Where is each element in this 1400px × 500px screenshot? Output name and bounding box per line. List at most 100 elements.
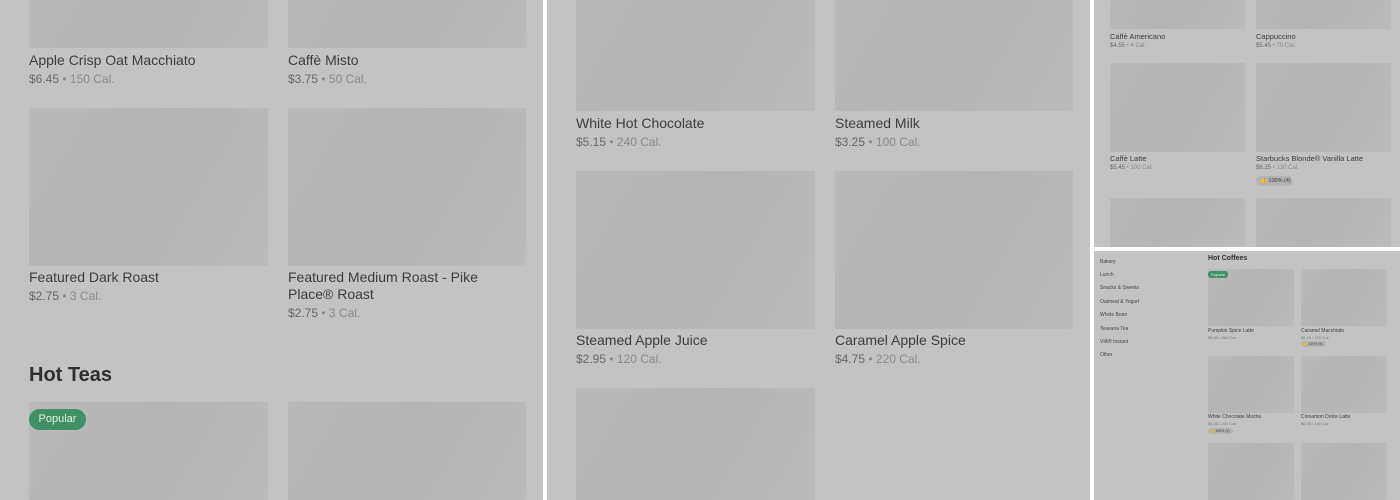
item-calories: 4 Cal. bbox=[1130, 43, 1147, 49]
item-calories: 100 Cal. bbox=[875, 135, 921, 149]
item-image[interactable] bbox=[288, 0, 526, 48]
item-name[interactable]: Caramel Macchiato bbox=[1301, 328, 1344, 334]
item-meta: $5.45 • 70 Cal. bbox=[1256, 43, 1296, 49]
menu-panel-espresso: Caffè Americano $4.55 • 4 Cal. Cappuccin… bbox=[1094, 0, 1400, 247]
item-price: $6.45 bbox=[29, 72, 60, 86]
item-price: $2.95 bbox=[576, 352, 607, 366]
item-calories: 130 Cal. bbox=[1276, 165, 1299, 171]
rating-badge: 👍 100% (9) bbox=[1301, 341, 1326, 347]
item-price: $5.15 bbox=[576, 135, 607, 149]
item-name[interactable]: Starbucks Blonde® Vanilla Latte bbox=[1256, 154, 1363, 163]
item-meta: $6.25 • 130 Cal. bbox=[1256, 165, 1299, 171]
item-price: $6.45 bbox=[1208, 421, 1219, 426]
section-title: Hot Coffees bbox=[1208, 255, 1248, 262]
item-calories: 120 Cal. bbox=[616, 352, 662, 366]
item-meta: $4.75 • 220 Cal. bbox=[835, 352, 921, 366]
item-name[interactable]: Caffè Latte bbox=[1110, 154, 1147, 163]
item-name[interactable]: Cappuccino bbox=[1256, 32, 1296, 41]
rating-value: 100% (9) bbox=[1308, 342, 1323, 346]
nav-item-via[interactable]: VIA® Instant bbox=[1100, 339, 1128, 345]
item-price: $5.45 bbox=[1256, 43, 1272, 49]
nav-item-oatmeal[interactable]: Oatmeal & Yogurt bbox=[1100, 299, 1139, 305]
item-name[interactable]: Apple Crisp Oat Macchiato bbox=[29, 52, 196, 68]
item-image[interactable] bbox=[288, 108, 526, 266]
item-price: $6.25 bbox=[1256, 165, 1272, 171]
item-price: $6.45 bbox=[1208, 335, 1219, 340]
menu-panel-other-drinks: White Hot Chocolate $5.15 • 240 Cal. Ste… bbox=[547, 0, 1090, 500]
item-image[interactable] bbox=[1301, 356, 1387, 413]
item-image[interactable] bbox=[1110, 198, 1245, 247]
rating-value: 100% (4) bbox=[1268, 178, 1291, 184]
item-image[interactable] bbox=[1256, 198, 1391, 247]
item-calories: 50 Cal. bbox=[328, 72, 367, 86]
item-calories: 240 Cal. bbox=[616, 135, 662, 149]
item-image[interactable] bbox=[835, 0, 1073, 111]
item-image[interactable] bbox=[288, 402, 526, 500]
item-name[interactable]: Caffè Americano bbox=[1110, 32, 1165, 41]
item-image[interactable] bbox=[1256, 0, 1391, 29]
item-meta: $2.75 • 3 Cal. bbox=[288, 306, 361, 320]
item-name[interactable]: Caramel Apple Spice bbox=[835, 332, 966, 348]
item-price: $2.75 bbox=[29, 289, 60, 303]
item-calories: 220 Cal. bbox=[875, 352, 921, 366]
item-price: $5.45 bbox=[1110, 165, 1126, 171]
item-price: $4.55 bbox=[1110, 43, 1126, 49]
item-image[interactable] bbox=[1110, 63, 1245, 152]
item-meta: $6.15 • 120 Cal. bbox=[1301, 335, 1330, 340]
item-name-line2[interactable]: Place® Roast bbox=[288, 286, 374, 302]
item-meta: $2.75 • 3 Cal. bbox=[29, 289, 102, 303]
rating-badge: 👍 100% (3) bbox=[1208, 428, 1233, 434]
item-calories: 70 Cal. bbox=[1276, 43, 1296, 49]
item-calories: 150 Cal. bbox=[69, 72, 115, 86]
item-meta: $6.45 • 230 Cal. bbox=[1208, 421, 1237, 426]
item-price: $6.15 bbox=[1301, 335, 1312, 340]
item-image[interactable] bbox=[1256, 63, 1391, 152]
section-title: Hot Teas bbox=[29, 364, 112, 386]
item-calories: 230 Cal. bbox=[1221, 421, 1237, 426]
nav-item-teavana[interactable]: Teavana Tea bbox=[1100, 326, 1128, 332]
nav-item-snacks[interactable]: Snacks & Sweets bbox=[1100, 285, 1139, 291]
item-meta: $6.45 • 150 Cal. bbox=[29, 72, 115, 86]
nav-item-bakery[interactable]: Bakery bbox=[1100, 259, 1116, 265]
item-image[interactable] bbox=[576, 171, 815, 329]
item-image[interactable] bbox=[1208, 443, 1294, 500]
nav-item-other[interactable]: Other bbox=[1100, 352, 1113, 358]
thumbs-up-icon: 👍 bbox=[1260, 178, 1267, 184]
item-name[interactable]: Pumpkin Spice Latte bbox=[1208, 328, 1254, 334]
item-name[interactable]: White Hot Chocolate bbox=[576, 115, 704, 131]
item-name[interactable]: Featured Dark Roast bbox=[29, 269, 159, 285]
item-image[interactable] bbox=[576, 0, 815, 111]
item-image[interactable] bbox=[29, 0, 268, 48]
item-price: $6.45 bbox=[1301, 421, 1312, 426]
item-image[interactable] bbox=[1301, 443, 1387, 500]
item-price: $3.75 bbox=[288, 72, 319, 86]
item-calories: 180 Cal. bbox=[1314, 421, 1330, 426]
item-meta: $4.55 • 4 Cal. bbox=[1110, 43, 1147, 49]
item-meta: $5.45 • 100 Cal. bbox=[1110, 165, 1153, 171]
item-meta: $5.15 • 240 Cal. bbox=[576, 135, 662, 149]
item-image[interactable] bbox=[576, 388, 815, 500]
item-calories: 3 Cal. bbox=[69, 289, 102, 303]
item-name[interactable]: Cinnamon Dolce Latte bbox=[1301, 414, 1350, 420]
item-image[interactable] bbox=[1208, 356, 1294, 413]
item-image[interactable] bbox=[835, 171, 1073, 329]
item-calories: 380 Cal. bbox=[1221, 335, 1237, 340]
item-name[interactable]: Featured Medium Roast - Pike bbox=[288, 269, 478, 285]
item-meta: $3.25 • 100 Cal. bbox=[835, 135, 921, 149]
nav-item-whole-bean[interactable]: Whole Bean bbox=[1100, 312, 1127, 318]
item-name[interactable]: White Chocolate Mocha bbox=[1208, 414, 1261, 420]
item-meta: $6.45 • 180 Cal. bbox=[1301, 421, 1330, 426]
item-name[interactable]: Caffè Misto bbox=[288, 52, 359, 68]
thumbs-up-icon: 👍 bbox=[1303, 342, 1308, 346]
item-price: $2.75 bbox=[288, 306, 319, 320]
item-name[interactable]: Steamed Apple Juice bbox=[576, 332, 708, 348]
popular-badge: Popular bbox=[29, 409, 86, 430]
item-image[interactable] bbox=[1110, 0, 1245, 29]
nav-item-lunch[interactable]: Lunch bbox=[1100, 272, 1114, 278]
item-image[interactable] bbox=[29, 108, 268, 266]
rating-value: 100% (3) bbox=[1215, 429, 1230, 433]
item-name[interactable]: Steamed Milk bbox=[835, 115, 920, 131]
item-price: $3.25 bbox=[835, 135, 866, 149]
item-meta: $6.45 • 380 Cal. bbox=[1208, 335, 1237, 340]
item-image[interactable] bbox=[1301, 269, 1387, 326]
